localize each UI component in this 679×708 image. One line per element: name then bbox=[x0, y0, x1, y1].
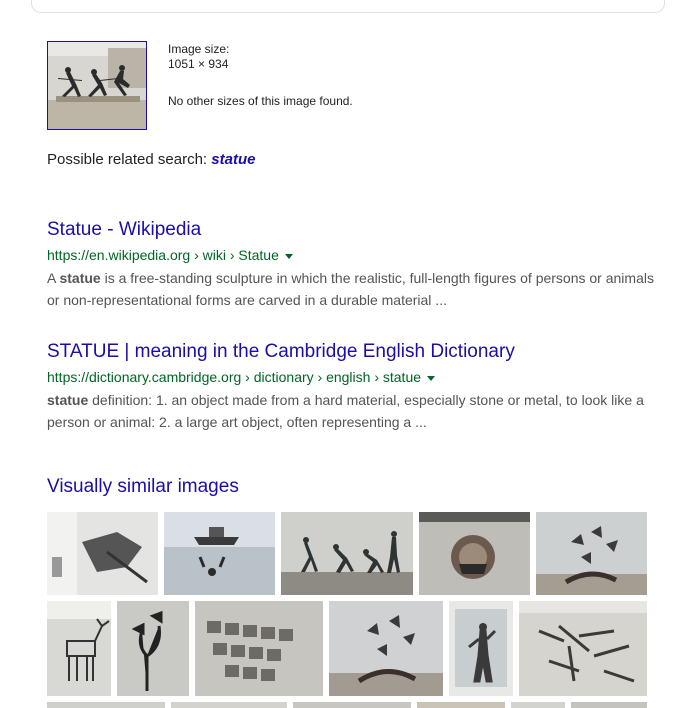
similar-image[interactable] bbox=[164, 512, 275, 595]
similar-image[interactable] bbox=[419, 512, 530, 595]
search-result: STATUE | meaning in the Cambridge Englis… bbox=[47, 341, 657, 433]
result-url-text[interactable]: https://dictionary.cambridge.org › dicti… bbox=[47, 369, 421, 385]
caret-down-icon[interactable] bbox=[284, 253, 293, 259]
result-snippet: A statue is a free-standing sculpture in… bbox=[47, 267, 657, 311]
similar-image[interactable] bbox=[511, 702, 565, 708]
snippet-bold: statue bbox=[59, 270, 101, 286]
similar-image[interactable] bbox=[536, 512, 647, 595]
similar-image-art bbox=[419, 512, 530, 595]
related-search-link[interactable]: statue bbox=[211, 151, 255, 168]
result-url: https://en.wikipedia.org › wiki › Statue bbox=[47, 245, 657, 265]
similar-image[interactable] bbox=[117, 601, 189, 696]
image-info: Image size: 1051 × 934 No other sizes of… bbox=[168, 42, 353, 108]
related-search-label: Possible related search: bbox=[47, 151, 208, 168]
result-url: https://dictionary.cambridge.org › dicti… bbox=[47, 367, 657, 387]
result-snippet: statue definition: 1. an object made fro… bbox=[47, 389, 657, 433]
similar-image[interactable] bbox=[519, 601, 647, 696]
image-size-value: 1051 × 934 bbox=[168, 57, 229, 71]
visually-similar-heading[interactable]: Visually similar images bbox=[47, 476, 239, 498]
similar-image[interactable] bbox=[171, 702, 287, 708]
result-url-text[interactable]: https://en.wikipedia.org › wiki › Statue bbox=[47, 247, 279, 263]
search-box[interactable] bbox=[31, 0, 665, 13]
image-size-label: Image size: bbox=[168, 42, 230, 56]
similar-image-art bbox=[117, 601, 189, 696]
query-image-thumbnail[interactable] bbox=[47, 41, 147, 130]
similar-image[interactable] bbox=[571, 702, 647, 708]
similar-image[interactable] bbox=[47, 512, 158, 595]
similar-image[interactable] bbox=[417, 702, 505, 708]
similar-image[interactable] bbox=[47, 702, 165, 708]
search-result: Statue - Wikipedia https://en.wikipedia.… bbox=[47, 219, 657, 311]
similar-image[interactable] bbox=[293, 702, 411, 708]
similar-image-art bbox=[536, 512, 647, 595]
statue-thumbnail-art bbox=[48, 42, 146, 129]
snippet-bold: statue bbox=[47, 392, 89, 408]
similar-image[interactable] bbox=[195, 601, 323, 696]
snippet-text: A bbox=[47, 270, 60, 286]
snippet-text: is a free-standing sculpture in which th… bbox=[47, 270, 654, 308]
similar-image-art bbox=[195, 601, 323, 696]
snippet-text: definition: 1. an object made from a har… bbox=[47, 392, 644, 430]
similar-image-art bbox=[449, 601, 513, 696]
similar-image-art bbox=[164, 512, 275, 595]
similar-image-art bbox=[281, 512, 413, 595]
caret-down-icon[interactable] bbox=[427, 375, 436, 381]
similar-image[interactable] bbox=[281, 512, 413, 595]
result-title-link[interactable]: STATUE | meaning in the Cambridge Englis… bbox=[47, 341, 657, 363]
other-sizes-text: No other sizes of this image found. bbox=[168, 94, 353, 108]
similar-image[interactable] bbox=[449, 601, 513, 696]
similar-image-art bbox=[329, 601, 443, 696]
similar-image[interactable] bbox=[329, 601, 443, 696]
related-search: Possible related search: statue bbox=[47, 151, 255, 168]
similar-image-art bbox=[47, 601, 111, 696]
similar-image[interactable] bbox=[47, 601, 111, 696]
similar-image-art bbox=[519, 601, 647, 696]
result-title-link[interactable]: Statue - Wikipedia bbox=[47, 219, 657, 241]
similar-image-art bbox=[47, 512, 158, 595]
